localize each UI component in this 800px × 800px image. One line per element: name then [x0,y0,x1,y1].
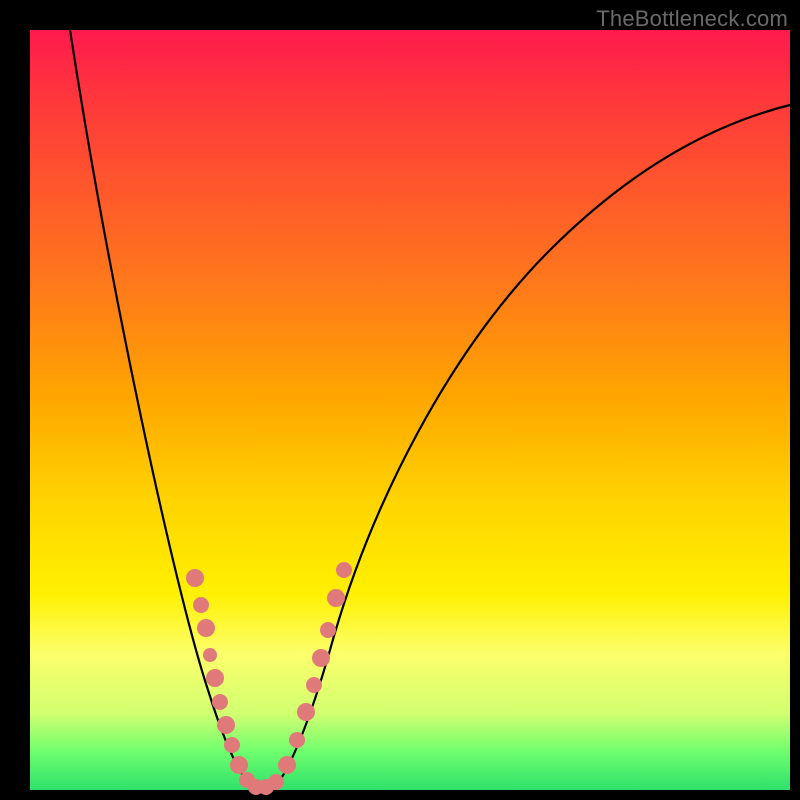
data-dot [206,669,224,687]
data-dot [186,569,204,587]
left-branch-path [70,30,254,788]
curve-svg [30,30,790,790]
chart-frame: TheBottleneck.com [0,0,800,800]
data-dot [336,562,352,578]
data-dot [268,774,284,790]
plot-area [30,30,790,790]
data-dot [297,703,315,721]
data-dot [289,732,305,748]
data-dot [212,694,228,710]
data-dot [306,677,322,693]
data-dot [193,597,209,613]
data-dot [217,716,235,734]
data-dot [197,619,215,637]
data-dot [203,648,217,662]
right-branch-path [274,105,790,788]
data-dot [320,622,336,638]
watermark-text: TheBottleneck.com [596,6,788,32]
dots-group [186,562,352,795]
data-dot [312,649,330,667]
data-dot [230,756,248,774]
data-dot [327,589,345,607]
data-dot [278,756,296,774]
data-dot [224,737,240,753]
